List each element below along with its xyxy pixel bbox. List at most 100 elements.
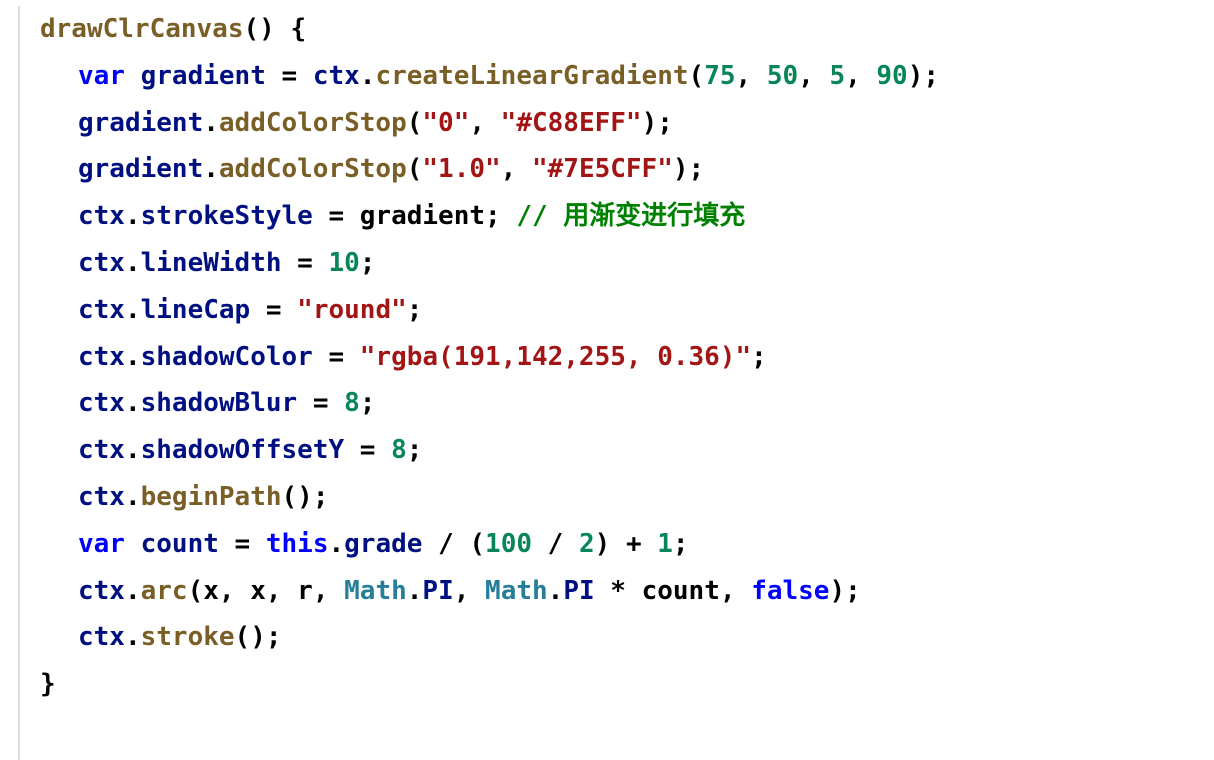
text: . <box>328 529 344 559</box>
text: ; <box>407 435 423 465</box>
text: ); <box>908 61 939 91</box>
code-line-5: ctx.strokeStyle = gradient; // 用渐变进行填充 <box>40 193 1214 240</box>
string: "#7E5CFF" <box>532 154 673 184</box>
text: . <box>125 482 141 512</box>
code-line-3: gradient.addColorStop("0", "#C88EFF"); <box>40 100 1214 147</box>
method-call: beginPath <box>141 482 282 512</box>
string: "rgba(191,142,255, 0.36)" <box>360 342 751 372</box>
number: 10 <box>328 248 359 278</box>
code-line-4: gradient.addColorStop("1.0", "#7E5CFF"); <box>40 146 1214 193</box>
property: lineWidth <box>141 248 282 278</box>
number: 8 <box>391 435 407 465</box>
text: . <box>125 576 141 606</box>
text: . <box>203 108 219 138</box>
text: , <box>454 576 485 606</box>
identifier: gradient <box>78 154 203 184</box>
text: = <box>313 342 360 372</box>
code-line-1: drawClrCanvas() { <box>40 6 1214 53</box>
text: . <box>125 435 141 465</box>
identifier: gradient <box>125 61 282 91</box>
code-line-14: ctx.stroke(); <box>40 614 1214 661</box>
boolean: false <box>751 576 829 606</box>
method-call: arc <box>141 576 188 606</box>
text: , <box>798 61 829 91</box>
text: . <box>548 576 564 606</box>
identifier-ctx: ctx <box>78 201 125 231</box>
code-line-7: ctx.lineCap = "round"; <box>40 287 1214 334</box>
text: = <box>297 388 344 418</box>
code-line-8: ctx.shadowColor = "rgba(191,142,255, 0.3… <box>40 334 1214 381</box>
identifier-ctx: ctx <box>78 295 125 325</box>
code-line-6: ctx.lineWidth = 10; <box>40 240 1214 287</box>
code-line-11: ctx.beginPath(); <box>40 474 1214 521</box>
method-call: addColorStop <box>219 108 407 138</box>
text: . <box>203 154 219 184</box>
text: ( <box>407 108 423 138</box>
code-line-12: var count = this.grade / (100 / 2) + 1; <box>40 521 1214 568</box>
text: ; <box>360 248 376 278</box>
text: ) + <box>595 529 658 559</box>
text: ); <box>673 154 704 184</box>
string: "1.0" <box>422 154 500 184</box>
number: 5 <box>829 61 845 91</box>
text: . <box>125 295 141 325</box>
text: () { <box>244 14 307 44</box>
text: , <box>736 61 767 91</box>
property: shadowColor <box>141 342 313 372</box>
keyword-this: this <box>266 529 329 559</box>
comment: // 用渐变进行填充 <box>516 201 745 231</box>
code-line-10: ctx.shadowOffsetY = 8; <box>40 427 1214 474</box>
text: ; <box>360 388 376 418</box>
string: "round" <box>297 295 407 325</box>
text: (); <box>235 622 282 652</box>
indent-guide <box>18 6 20 760</box>
identifier-ctx: ctx <box>78 576 125 606</box>
text: = <box>282 248 329 278</box>
text: ( <box>689 61 705 91</box>
identifier-ctx: ctx <box>78 342 125 372</box>
text: . <box>360 61 376 91</box>
text: * count, <box>595 576 752 606</box>
identifier-ctx: ctx <box>78 388 125 418</box>
method-call: createLinearGradient <box>375 61 688 91</box>
property: lineCap <box>141 295 251 325</box>
method-call: stroke <box>141 622 235 652</box>
text: = <box>344 435 391 465</box>
number: 1 <box>657 529 673 559</box>
keyword-var: var <box>78 61 125 91</box>
number: 2 <box>579 529 595 559</box>
identifier-ctx: ctx <box>78 482 125 512</box>
text: ); <box>642 108 673 138</box>
identifier-ctx: ctx <box>313 61 360 91</box>
identifier-ctx: ctx <box>78 435 125 465</box>
identifier-ctx: ctx <box>78 622 125 652</box>
identifier-math: Math <box>344 576 407 606</box>
code-line-13: ctx.arc(x, x, r, Math.PI, Math.PI * coun… <box>40 568 1214 615</box>
text: , <box>845 61 876 91</box>
text: = gradient; <box>313 201 517 231</box>
identifier-math: Math <box>485 576 548 606</box>
text: . <box>125 388 141 418</box>
text: ); <box>829 576 860 606</box>
property: grade <box>344 529 422 559</box>
property: PI <box>563 576 594 606</box>
identifier-ctx: ctx <box>78 248 125 278</box>
text: / <box>532 529 579 559</box>
text: . <box>125 622 141 652</box>
number: 75 <box>704 61 735 91</box>
text: = <box>282 61 313 91</box>
string: "0" <box>422 108 469 138</box>
brace-close: } <box>40 669 56 699</box>
text: ( <box>407 154 423 184</box>
property: shadowBlur <box>141 388 298 418</box>
text: , <box>501 154 532 184</box>
identifier: gradient <box>78 108 203 138</box>
code-pre: drawClrCanvas() {var gradient = ctx.crea… <box>18 6 1214 708</box>
text: ; <box>407 295 423 325</box>
number: 8 <box>344 388 360 418</box>
text: . <box>407 576 423 606</box>
text: ; <box>673 529 689 559</box>
identifier: count <box>125 529 235 559</box>
code-line-9: ctx.shadowBlur = 8; <box>40 380 1214 427</box>
string: "#C88EFF" <box>501 108 642 138</box>
